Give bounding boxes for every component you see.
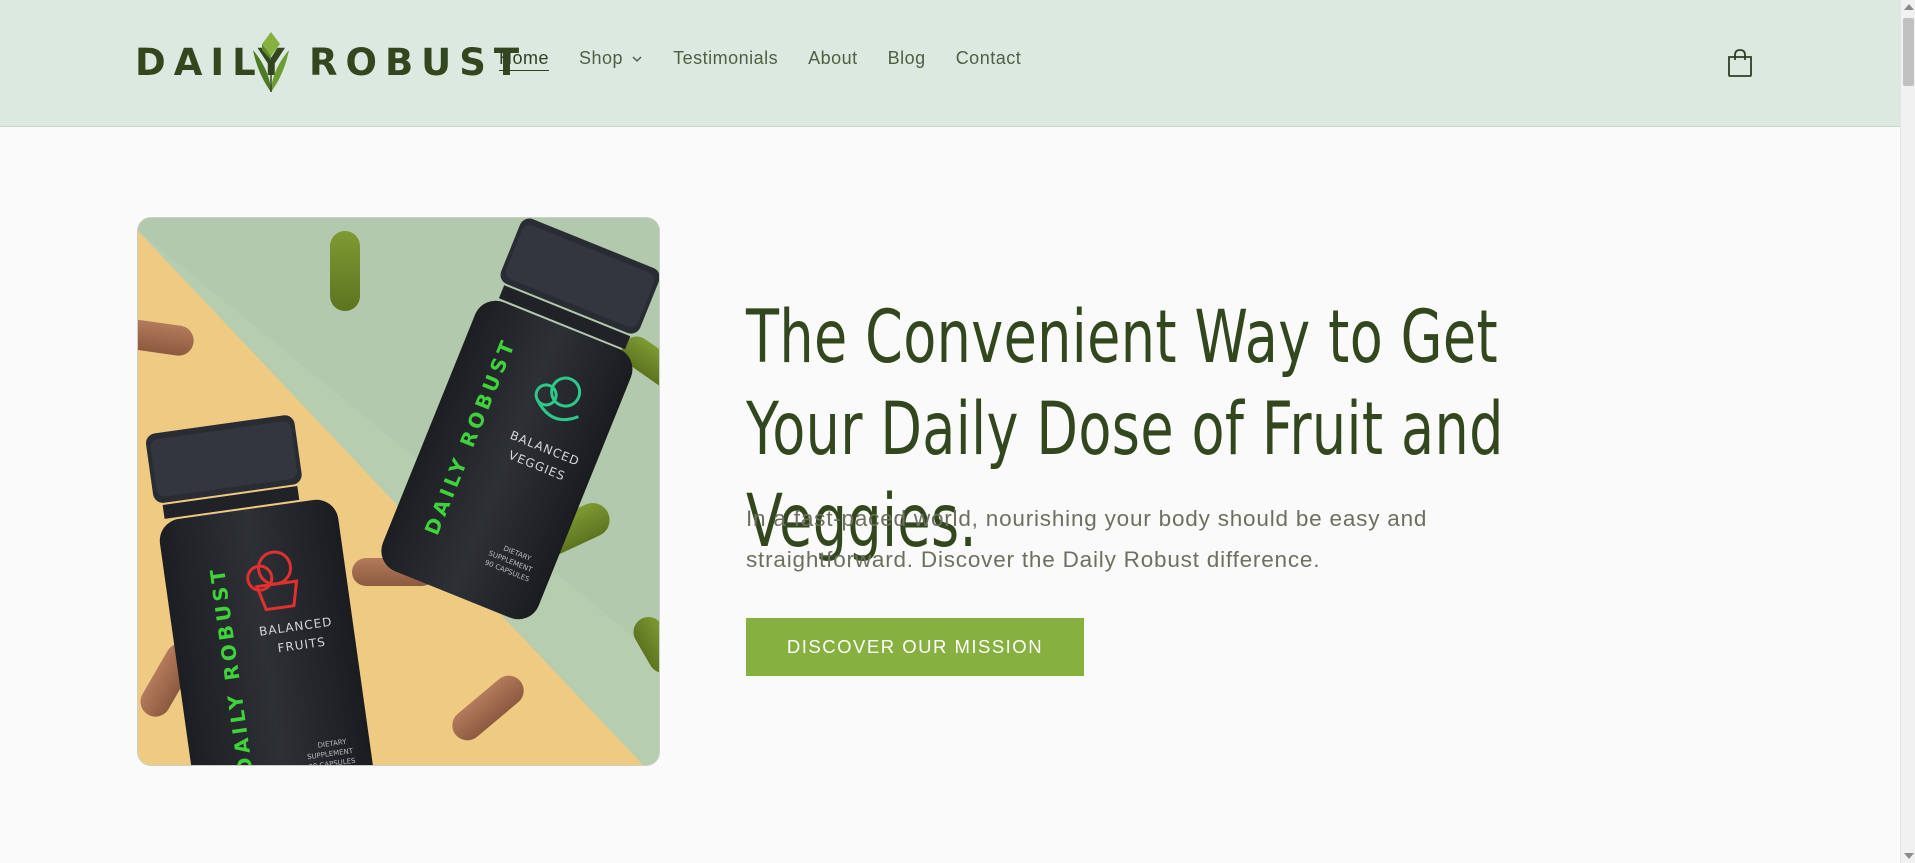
scroll-up-arrow-icon[interactable] (1904, 4, 1914, 10)
chevron-down-icon (632, 55, 642, 62)
logo-wordmark-left: DAILY (135, 41, 285, 84)
hero-product-image: DAILY ROBUST BALANCED FRUITS DIETARY SUP… (137, 217, 660, 766)
nav-contact-label: Contact (955, 48, 1022, 68)
nav-blog[interactable]: Blog (888, 48, 926, 69)
nav-about-label: About (808, 48, 858, 68)
brand-logo[interactable]: DAILY ROBUST (135, 30, 519, 94)
page-scrollbar[interactable] (1900, 0, 1915, 863)
main-nav: Home Shop Testimonials About Blog Contac… (499, 48, 1051, 69)
nav-about[interactable]: About (808, 48, 858, 69)
nav-home[interactable]: Home (499, 48, 549, 69)
shopping-bag-icon[interactable] (1726, 48, 1754, 78)
scroll-thumb[interactable] (1903, 18, 1914, 86)
nav-testimonials-label: Testimonials (673, 48, 779, 68)
nav-testimonials[interactable]: Testimonials (673, 48, 778, 69)
scroll-down-arrow-icon[interactable] (1904, 853, 1914, 859)
nav-shop-label: Shop (579, 48, 624, 68)
product-photo: DAILY ROBUST BALANCED FRUITS DIETARY SUP… (138, 218, 659, 765)
logo-text-robust: ROBUST (309, 40, 528, 84)
nav-shop[interactable]: Shop (579, 48, 643, 69)
nav-blog-label: Blog (887, 48, 926, 68)
nav-home-label: Home (499, 48, 550, 68)
logo-wordmark-right: ROBUST (309, 41, 519, 84)
hero-subtext: In a fast-paced world, nourishing your b… (746, 506, 1428, 572)
site-header: DAILY ROBUST Home Shop Testimonials Abou… (0, 0, 1900, 127)
nav-contact[interactable]: Contact (956, 48, 1022, 69)
leaf-sprout-icon (253, 32, 289, 92)
discover-mission-button[interactable]: DISCOVER OUR MISSION (746, 618, 1084, 676)
capsule-green-1 (330, 231, 360, 311)
